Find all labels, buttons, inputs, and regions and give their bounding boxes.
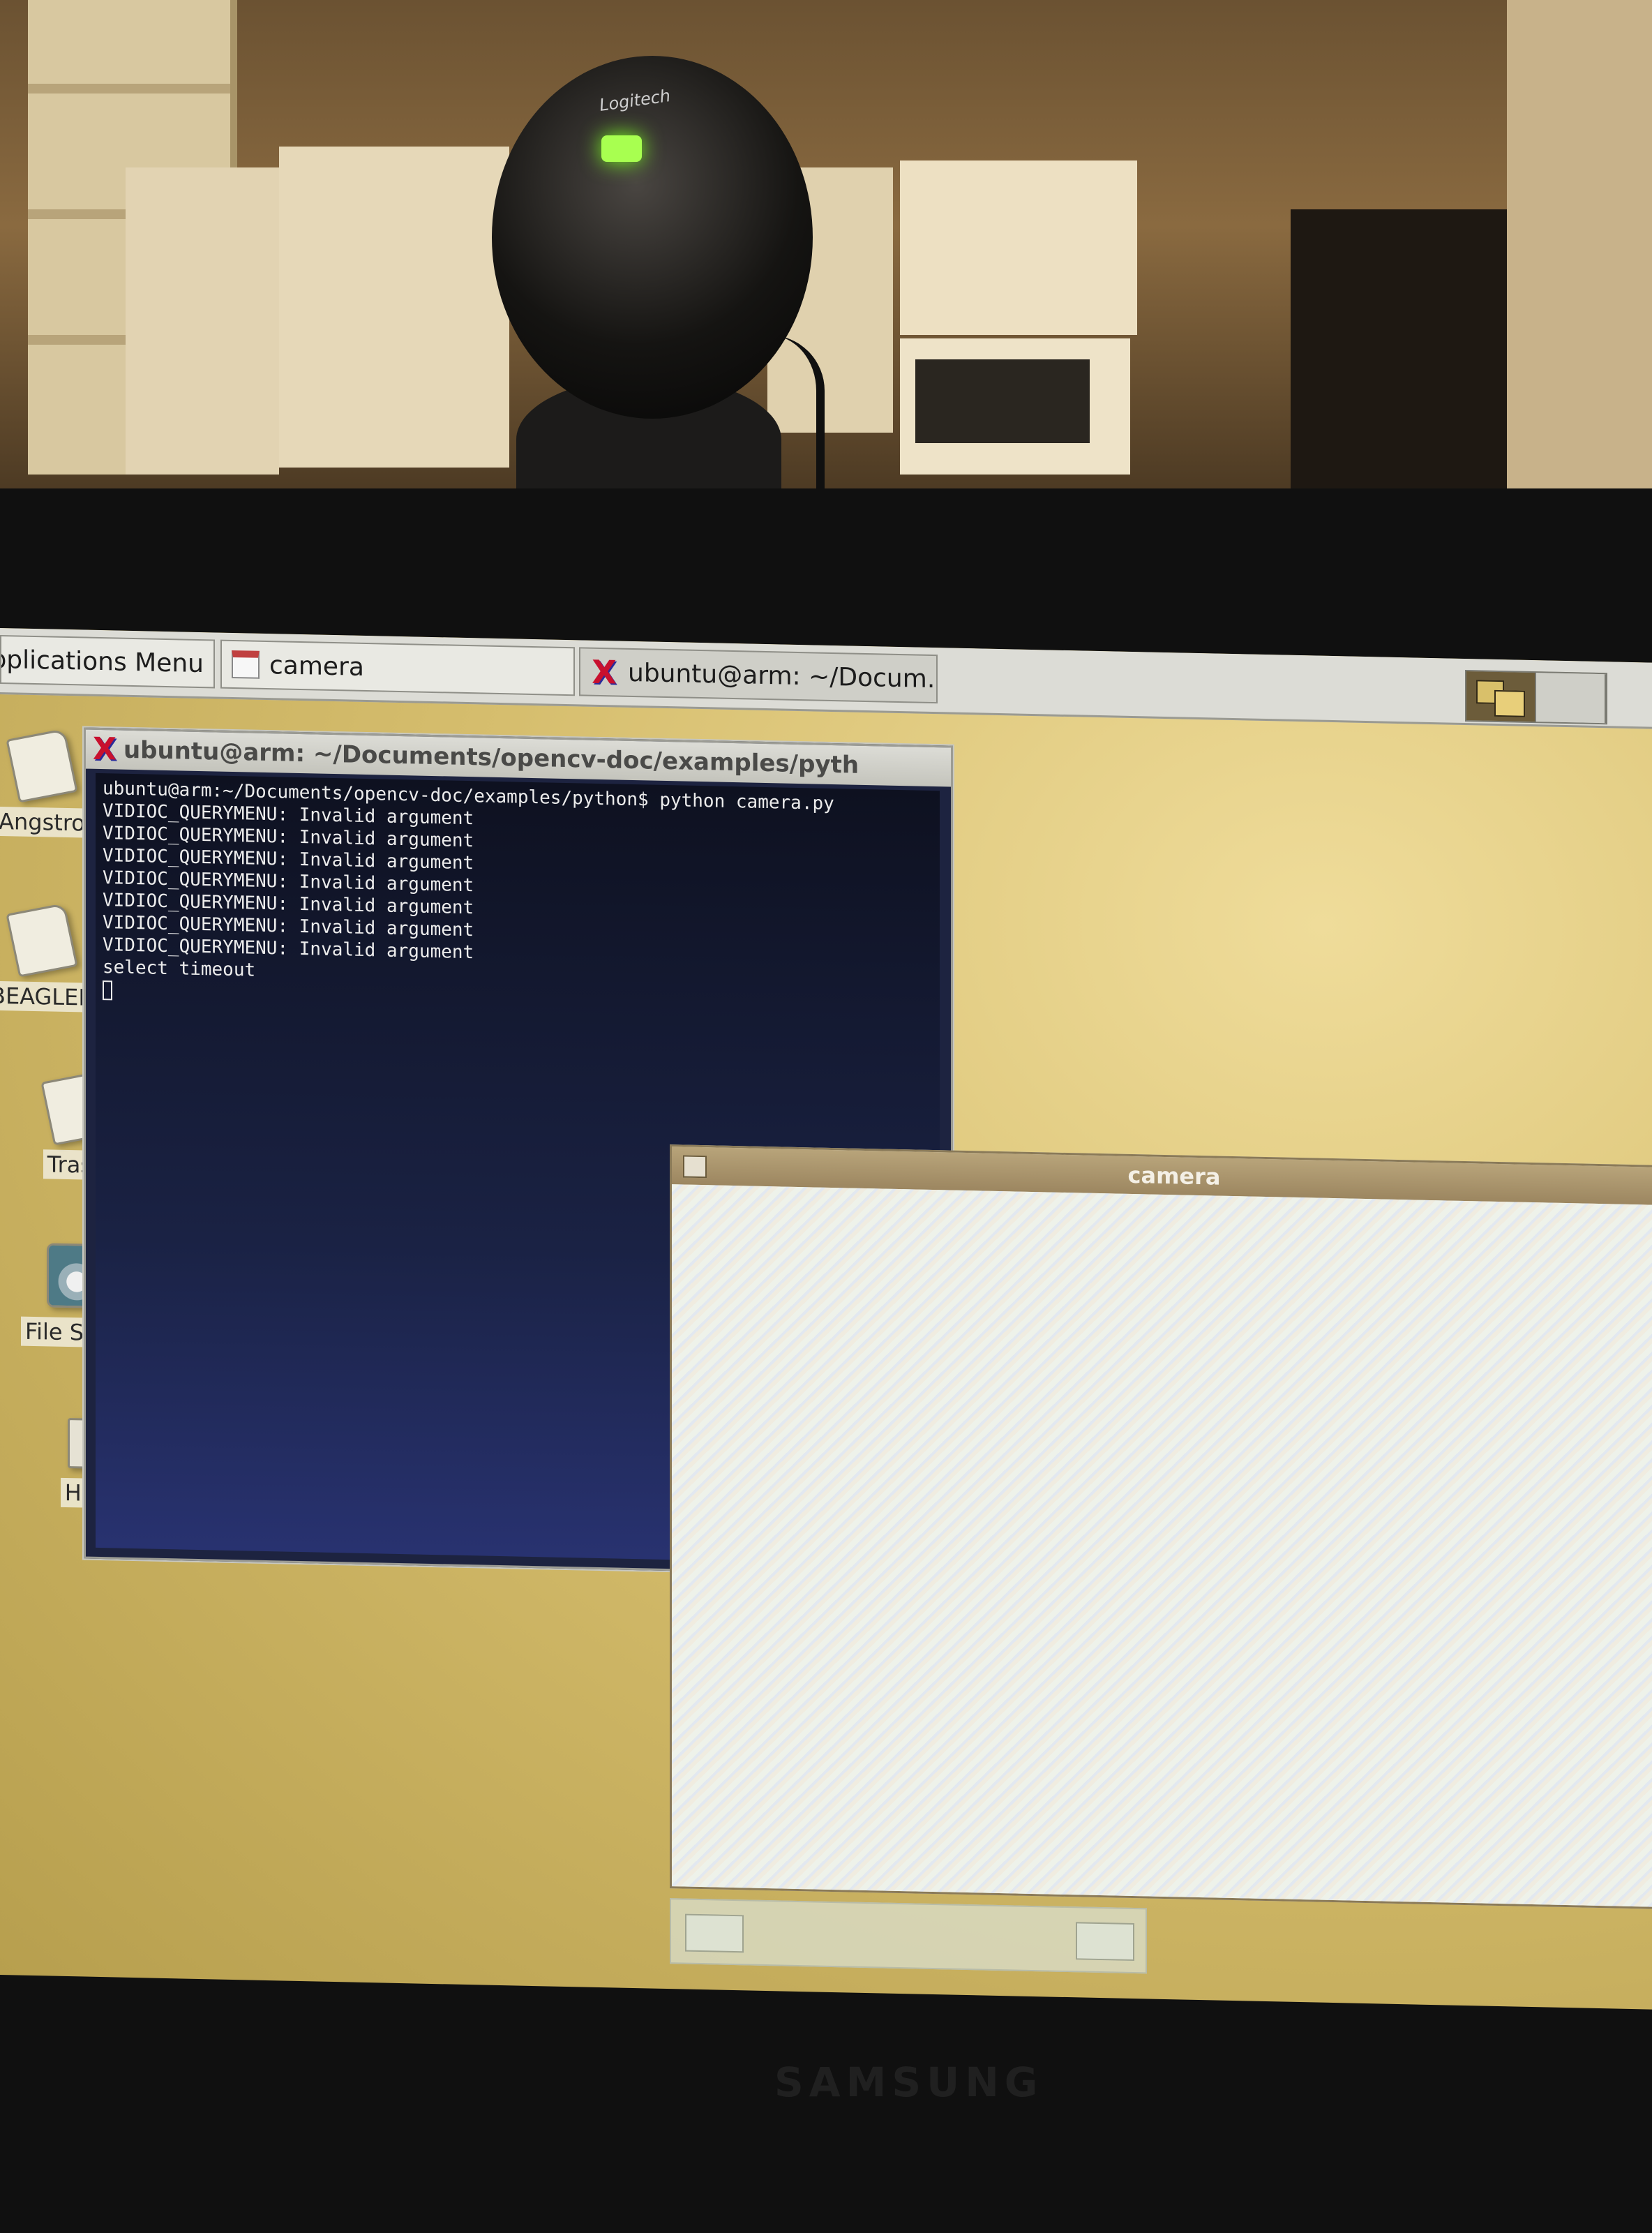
webcam — [492, 56, 813, 419]
applications-menu-button[interactable]: Applications Menu — [0, 635, 215, 689]
taskbar-item-terminal[interactable]: X ubuntu@arm: ~/Docum... — [579, 647, 938, 704]
camera-window[interactable]: camera — [670, 1144, 1652, 1910]
desktop-icon-label: Angstro — [0, 806, 89, 838]
room-background — [0, 0, 1652, 502]
workspace-2-button[interactable] — [1536, 673, 1606, 724]
applications-menu-label: Applications Menu — [0, 644, 204, 678]
doorway — [1291, 209, 1542, 502]
terminal-title: ubuntu@arm: ~/Documents/opencv-doc/examp… — [123, 735, 859, 779]
taskbar-item-label: ubuntu@arm: ~/Docum... — [628, 658, 938, 694]
desktop-icon-beaglebone[interactable]: BEAGLEBO — [0, 903, 115, 1013]
desktop-screen: Applications Menu camera X ubuntu@arm: ~… — [0, 628, 1652, 2010]
microwave — [900, 338, 1130, 475]
x-terminal-icon: X — [93, 731, 117, 768]
cabinet — [900, 160, 1137, 335]
window-menu-icon[interactable] — [683, 1155, 707, 1179]
calendar-window-icon — [232, 650, 260, 679]
fridge — [126, 167, 279, 475]
taskbar-item-label: camera — [269, 650, 364, 682]
workspace-1-button[interactable] — [1466, 671, 1536, 722]
webcam-led — [601, 135, 642, 162]
x-terminal-icon: X — [592, 652, 617, 692]
taskbar-item-camera[interactable]: camera — [220, 639, 575, 696]
photo-scene: Logitech SAMSUNG Applications Menu camer… — [0, 0, 1652, 2233]
desktop-icon-angstrom[interactable]: Angstro — [0, 729, 98, 838]
camera-preview — [672, 1184, 1652, 1908]
wall — [1507, 0, 1652, 502]
terminal-cursor — [103, 980, 112, 1000]
file-icon — [6, 729, 78, 803]
file-icon — [6, 903, 78, 978]
monitor-brand-label: SAMSUNG — [774, 2059, 1044, 2106]
camera-status-bar — [670, 1898, 1147, 1974]
status-icon — [1076, 1922, 1134, 1962]
camera-window-title: camera — [1127, 1161, 1221, 1190]
status-icon — [685, 1913, 744, 1953]
workspace-pager — [1465, 669, 1607, 725]
cabinet — [279, 147, 509, 468]
